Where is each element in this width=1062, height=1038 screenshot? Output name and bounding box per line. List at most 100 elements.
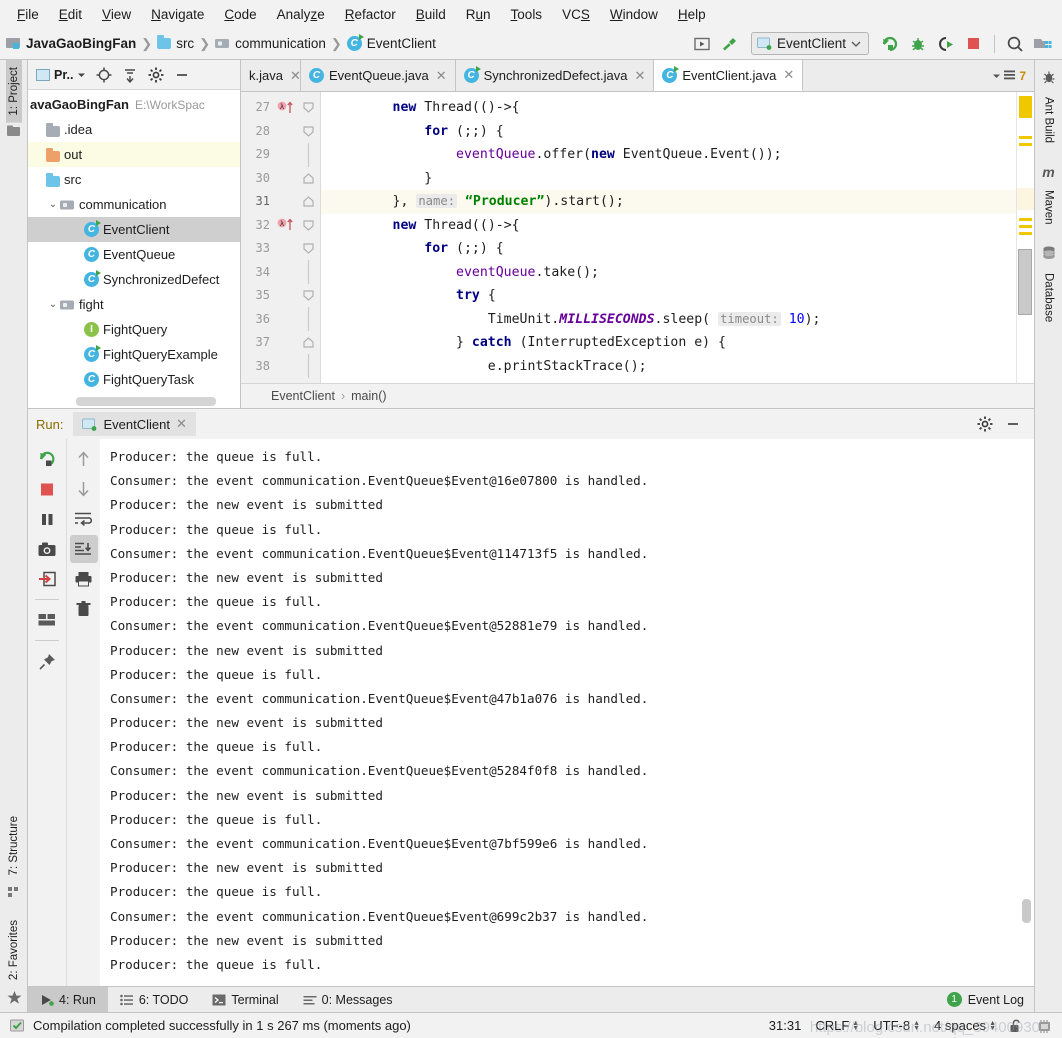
code-line[interactable]: eventQueue.offer(new EventQueue.Event())…: [321, 143, 1016, 167]
rerun-icon[interactable]: [33, 445, 61, 473]
tool-window-terminal[interactable]: Terminal: [200, 987, 290, 1012]
arrow-down-icon[interactable]: [70, 475, 98, 503]
sidebar-item-ant-build[interactable]: Ant Build: [1041, 90, 1057, 150]
tree-row-idea[interactable]: .idea: [28, 117, 240, 142]
console-output[interactable]: Producer: the queue is full. Consumer: th…: [100, 439, 1034, 986]
tree-row-src[interactable]: src: [28, 167, 240, 192]
layout-icon[interactable]: [33, 606, 61, 634]
editor-vertical-scrollbar[interactable]: [1018, 249, 1032, 315]
fold-open-icon[interactable]: [297, 284, 320, 308]
line-separator-selector[interactable]: CRLF ▲ ▼: [815, 1018, 859, 1033]
build-project-icon[interactable]: [689, 32, 715, 56]
caret-position[interactable]: 31:31: [769, 1018, 802, 1033]
gutter-markers[interactable]: λ λ: [275, 92, 297, 383]
breadcrumb-class[interactable]: C EventClient: [346, 34, 436, 51]
tree-row-out[interactable]: out: [28, 142, 240, 167]
code-line[interactable]: try {: [321, 284, 1016, 308]
tree-row-eventqueue[interactable]: C EventQueue: [28, 242, 240, 267]
run-with-coverage-button[interactable]: [933, 32, 959, 56]
breadcrumb-package[interactable]: communication: [215, 36, 326, 51]
tree-row-fightqueryexample[interactable]: C FightQueryExample: [28, 342, 240, 367]
editor-tab-eventclient[interactable]: C EventClient.java ✕: [654, 60, 804, 91]
breadcrumb-src[interactable]: src: [157, 35, 194, 51]
breadcrumb-class-name[interactable]: EventClient: [271, 389, 335, 403]
stop-icon[interactable]: [33, 475, 61, 503]
code-line[interactable]: eventQueue.take();: [321, 261, 1016, 285]
export-icon[interactable]: [33, 565, 61, 593]
pin-icon[interactable]: [33, 647, 61, 675]
breadcrumb-project[interactable]: JavaGaoBingFan: [6, 36, 136, 51]
tree-row-fight[interactable]: ⌄ fight: [28, 292, 240, 317]
fold-open-icon[interactable]: [297, 237, 320, 261]
menu-run[interactable]: Run: [457, 4, 500, 25]
menu-window[interactable]: Window: [601, 4, 667, 25]
indent-selector[interactable]: 4 spaces ▲ ▼: [934, 1018, 996, 1033]
collapse-all-icon[interactable]: [118, 63, 142, 87]
code-line[interactable]: TimeUnit.MILLISECONDS.sleep( timeout: 10…: [321, 308, 1016, 332]
menu-file[interactable]: File: [8, 4, 48, 25]
tree-row-communication[interactable]: ⌄ communication: [28, 192, 240, 217]
warning-stripe[interactable]: [1019, 232, 1032, 235]
memory-indicator-icon[interactable]: [1037, 1019, 1052, 1033]
menu-tools[interactable]: Tools: [502, 4, 552, 25]
code-editor[interactable]: 27 28 29 30 31 32 33 34 35 36 37 38 λ λ …: [241, 92, 1034, 383]
editor-tab-eventqueue[interactable]: C EventQueue.java ✕: [301, 60, 456, 91]
menu-navigate[interactable]: Navigate: [142, 4, 213, 25]
code-line[interactable]: new Thread(()->{: [321, 214, 1016, 238]
hammer-build-icon[interactable]: [717, 32, 743, 56]
menu-edit[interactable]: Edit: [50, 4, 91, 25]
debug-button[interactable]: [905, 32, 931, 56]
search-everywhere-icon[interactable]: [1002, 32, 1028, 56]
gear-icon[interactable]: [144, 63, 168, 87]
tree-row-synchronizeddefect[interactable]: C SynchronizedDefect: [28, 267, 240, 292]
sidebar-item-structure[interactable]: 7: Structure: [6, 809, 22, 882]
code-line[interactable]: } catch (InterruptedException e) {: [321, 331, 1016, 355]
code-line[interactable]: new Thread(()->{: [321, 96, 1016, 120]
code-line[interactable]: e.printStackTrace();: [321, 355, 1016, 379]
pause-icon[interactable]: [33, 505, 61, 533]
error-stripe-top[interactable]: [1019, 96, 1032, 118]
tool-window-run[interactable]: 4: Run: [28, 987, 108, 1012]
project-panel-title[interactable]: Pr..: [32, 68, 90, 82]
breadcrumb-method-name[interactable]: main(): [351, 389, 386, 403]
close-icon[interactable]: ✕: [176, 416, 187, 432]
warning-stripe[interactable]: [1019, 136, 1032, 139]
tree-row-fightquery[interactable]: I FightQuery: [28, 317, 240, 342]
code-line[interactable]: for (;;) {: [321, 120, 1016, 144]
lambda-marker-icon[interactable]: λ: [275, 96, 297, 120]
close-icon[interactable]: ✕: [436, 68, 447, 84]
arrow-up-icon[interactable]: [70, 445, 98, 473]
fold-close-icon[interactable]: [297, 190, 320, 214]
run-tab-eventclient[interactable]: EventClient ✕: [73, 412, 196, 436]
code-analysis-markers[interactable]: [1016, 92, 1034, 383]
tool-window-todo[interactable]: 6: TODO: [108, 987, 201, 1012]
chevron-down-icon[interactable]: ⌄: [46, 299, 60, 310]
sidebar-item-favorites[interactable]: 2: Favorites: [6, 913, 22, 987]
warning-stripe[interactable]: [1019, 143, 1032, 146]
code-line[interactable]: for (;;) {: [321, 237, 1016, 261]
code-line[interactable]: }, name: “Producer”).start();: [321, 190, 1016, 214]
scroll-to-end-icon[interactable]: [69, 535, 98, 563]
editor-tab-synchronizeddefect[interactable]: C SynchronizedDefect.java ✕: [455, 60, 655, 91]
project-tree[interactable]: avaGaoBingFan E:\WorkSpac .idea out src …: [28, 90, 240, 408]
project-tree-horizontal-scrollbar[interactable]: [76, 397, 216, 406]
chevron-down-icon[interactable]: [992, 73, 1001, 79]
fold-open-icon[interactable]: [297, 120, 320, 144]
event-log-button[interactable]: 1 Event Log: [946, 987, 1034, 1012]
fold-close-icon[interactable]: [297, 331, 320, 355]
encoding-selector[interactable]: UTF-8 ▲ ▼: [873, 1018, 920, 1033]
run-configuration-selector[interactable]: EventClient: [750, 32, 869, 55]
fold-open-icon[interactable]: [297, 214, 320, 238]
warning-stripe[interactable]: [1019, 225, 1032, 228]
warning-stripe[interactable]: [1019, 218, 1032, 221]
editor-tab-0[interactable]: k.java ✕: [241, 60, 301, 91]
menu-help[interactable]: Help: [669, 4, 715, 25]
close-icon[interactable]: ✕: [783, 67, 794, 83]
locate-target-icon[interactable]: [92, 63, 116, 87]
gear-icon[interactable]: [972, 412, 998, 436]
soft-wrap-icon[interactable]: [70, 505, 98, 533]
trash-icon[interactable]: [70, 595, 98, 623]
menu-build[interactable]: Build: [407, 4, 455, 25]
chevron-down-icon[interactable]: ⌄: [46, 199, 60, 210]
menu-analyze[interactable]: Analyze: [268, 4, 334, 25]
